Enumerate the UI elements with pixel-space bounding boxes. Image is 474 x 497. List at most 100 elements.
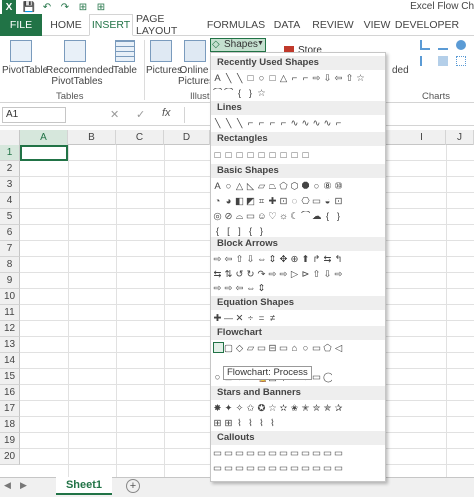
enter-icon[interactable]: ✓	[136, 108, 145, 121]
shape-item[interactable]: ⇨	[224, 283, 233, 294]
shape-item[interactable]: ▭	[246, 448, 255, 459]
tab-review[interactable]: REVIEW	[308, 14, 358, 36]
shape-item[interactable]: }	[246, 88, 255, 99]
shape-item[interactable]: ▭	[290, 463, 299, 474]
shape-item[interactable]: ☾	[290, 211, 299, 222]
shape-item[interactable]: ≠	[268, 313, 277, 324]
shape-item[interactable]: ◎	[213, 211, 222, 222]
line-chart-icon[interactable]	[438, 40, 448, 50]
shape-item[interactable]: ✫	[279, 403, 288, 414]
shape-item[interactable]: ✸	[213, 403, 222, 414]
column-header-j[interactable]: J	[446, 130, 474, 145]
shape-item[interactable]: ▭	[257, 343, 266, 354]
shape-item[interactable]: ⌗	[257, 196, 266, 207]
shape-item[interactable]: ⬡	[290, 181, 299, 192]
shape-item[interactable]: ⌐	[246, 118, 255, 129]
shape-item[interactable]: ▭	[323, 463, 332, 474]
shape-item[interactable]: A	[213, 181, 222, 192]
shape-item[interactable]: ✬	[290, 403, 299, 414]
shape-item[interactable]: ⬠	[279, 181, 288, 192]
shape-item[interactable]: ⊞	[213, 418, 222, 429]
shape-item[interactable]: ⊟	[268, 343, 277, 354]
shape-item[interactable]: □	[279, 150, 288, 161]
column-header-d[interactable]: D	[164, 130, 210, 145]
row-header-13[interactable]: 13	[0, 337, 20, 353]
row-header-3[interactable]: 3	[0, 177, 20, 193]
shape-item[interactable]: ⌐	[290, 73, 299, 84]
shape-item[interactable]: ⊡	[334, 196, 343, 207]
shape-item[interactable]: ✕	[235, 313, 244, 324]
shape-item[interactable]: ⇔	[257, 254, 266, 265]
shape-item[interactable]: ▭	[235, 463, 244, 474]
recommended-charts-partial[interactable]: ded	[392, 65, 409, 76]
shape-item[interactable]: ↻	[246, 269, 255, 280]
shape-item[interactable]: ⑧	[323, 181, 332, 192]
shape-item[interactable]: ◕	[224, 196, 233, 207]
shape-item[interactable]: ∿	[301, 118, 310, 129]
shape-item[interactable]: ▭	[224, 448, 233, 459]
shape-item[interactable]: ╲	[235, 73, 244, 84]
shape-item[interactable]: {	[213, 226, 222, 237]
shape-item[interactable]: ▭	[301, 448, 310, 459]
row-header-5[interactable]: 5	[0, 209, 20, 225]
shape-item[interactable]: ⏢	[268, 181, 277, 192]
tab-home[interactable]: HOME	[44, 14, 88, 36]
shape-item[interactable]: ◁	[334, 343, 343, 354]
shape-item[interactable]: ⎔	[301, 196, 310, 207]
online-pictures-button[interactable]: Online	[178, 65, 210, 76]
shape-item[interactable]: ○	[224, 181, 233, 192]
shape-item[interactable]: ▱	[246, 343, 255, 354]
shape-item[interactable]: ⑩	[334, 181, 343, 192]
shape-item[interactable]: △	[279, 73, 288, 84]
shape-item[interactable]: □	[268, 150, 277, 161]
shape-item[interactable]: ▭	[301, 463, 310, 474]
shape-item[interactable]: ⊳	[301, 269, 310, 280]
shape-item[interactable]: ▭	[246, 211, 255, 222]
shape-item[interactable]: ▭	[246, 463, 255, 474]
shape-item[interactable]: ⇨	[268, 269, 277, 280]
shape-item[interactable]: ▭	[312, 448, 321, 459]
shape-item[interactable]: □	[224, 150, 233, 161]
shape-item[interactable]: ○	[213, 372, 222, 383]
shape-item[interactable]: ▭	[257, 448, 266, 459]
shape-item[interactable]: ╲	[224, 73, 233, 84]
column-header-c[interactable]: C	[116, 130, 164, 145]
shape-item[interactable]: ✚	[213, 313, 222, 324]
shape-item[interactable]: □	[246, 150, 255, 161]
row-header-6[interactable]: 6	[0, 225, 20, 241]
shape-item[interactable]: ⇦	[334, 73, 343, 84]
shape-item[interactable]: ⌐	[334, 118, 343, 129]
shape-item[interactable]	[213, 343, 222, 354]
shape-item[interactable]: ⯃	[301, 181, 310, 192]
shape-item[interactable]: ▭	[213, 463, 222, 474]
shape-item[interactable]: ○	[312, 181, 321, 192]
shape-item[interactable]: ⇩	[246, 254, 255, 265]
qat-custom-icon-2[interactable]: ⊞	[94, 0, 108, 14]
bar-chart-icon[interactable]	[420, 56, 430, 66]
shape-item[interactable]: {	[235, 88, 244, 99]
row-header-16[interactable]: 16	[0, 385, 20, 401]
row-header-7[interactable]: 7	[0, 241, 20, 257]
column-header-i[interactable]: I	[398, 130, 446, 145]
shape-item[interactable]: ↰	[334, 254, 343, 265]
tab-developer[interactable]: DEVELOPER	[395, 14, 459, 36]
shape-item[interactable]: ⊘	[224, 211, 233, 222]
shape-item[interactable]: ⇅	[224, 269, 233, 280]
row-header-14[interactable]: 14	[0, 353, 20, 369]
row-header-4[interactable]: 4	[0, 193, 20, 209]
shape-item[interactable]: ▱	[257, 181, 266, 192]
shape-item[interactable]: ⇕	[257, 283, 266, 294]
shape-item[interactable]: ⌐	[268, 118, 277, 129]
table-button[interactable]: Table	[108, 65, 142, 76]
save-icon[interactable]: 💾	[22, 0, 36, 14]
shape-item[interactable]: ▭	[279, 343, 288, 354]
shape-item[interactable]: ⇆	[213, 269, 222, 280]
shape-item[interactable]: ⇆	[323, 254, 332, 265]
qat-custom-icon-1[interactable]: ⊞	[76, 0, 90, 14]
shape-item[interactable]: □	[290, 150, 299, 161]
shape-item[interactable]: ∿	[290, 118, 299, 129]
shape-item[interactable]: ☁	[312, 211, 321, 222]
shape-item[interactable]: □	[213, 150, 222, 161]
shape-item[interactable]: ⇔	[246, 283, 255, 294]
shape-item[interactable]: ↷	[257, 269, 266, 280]
